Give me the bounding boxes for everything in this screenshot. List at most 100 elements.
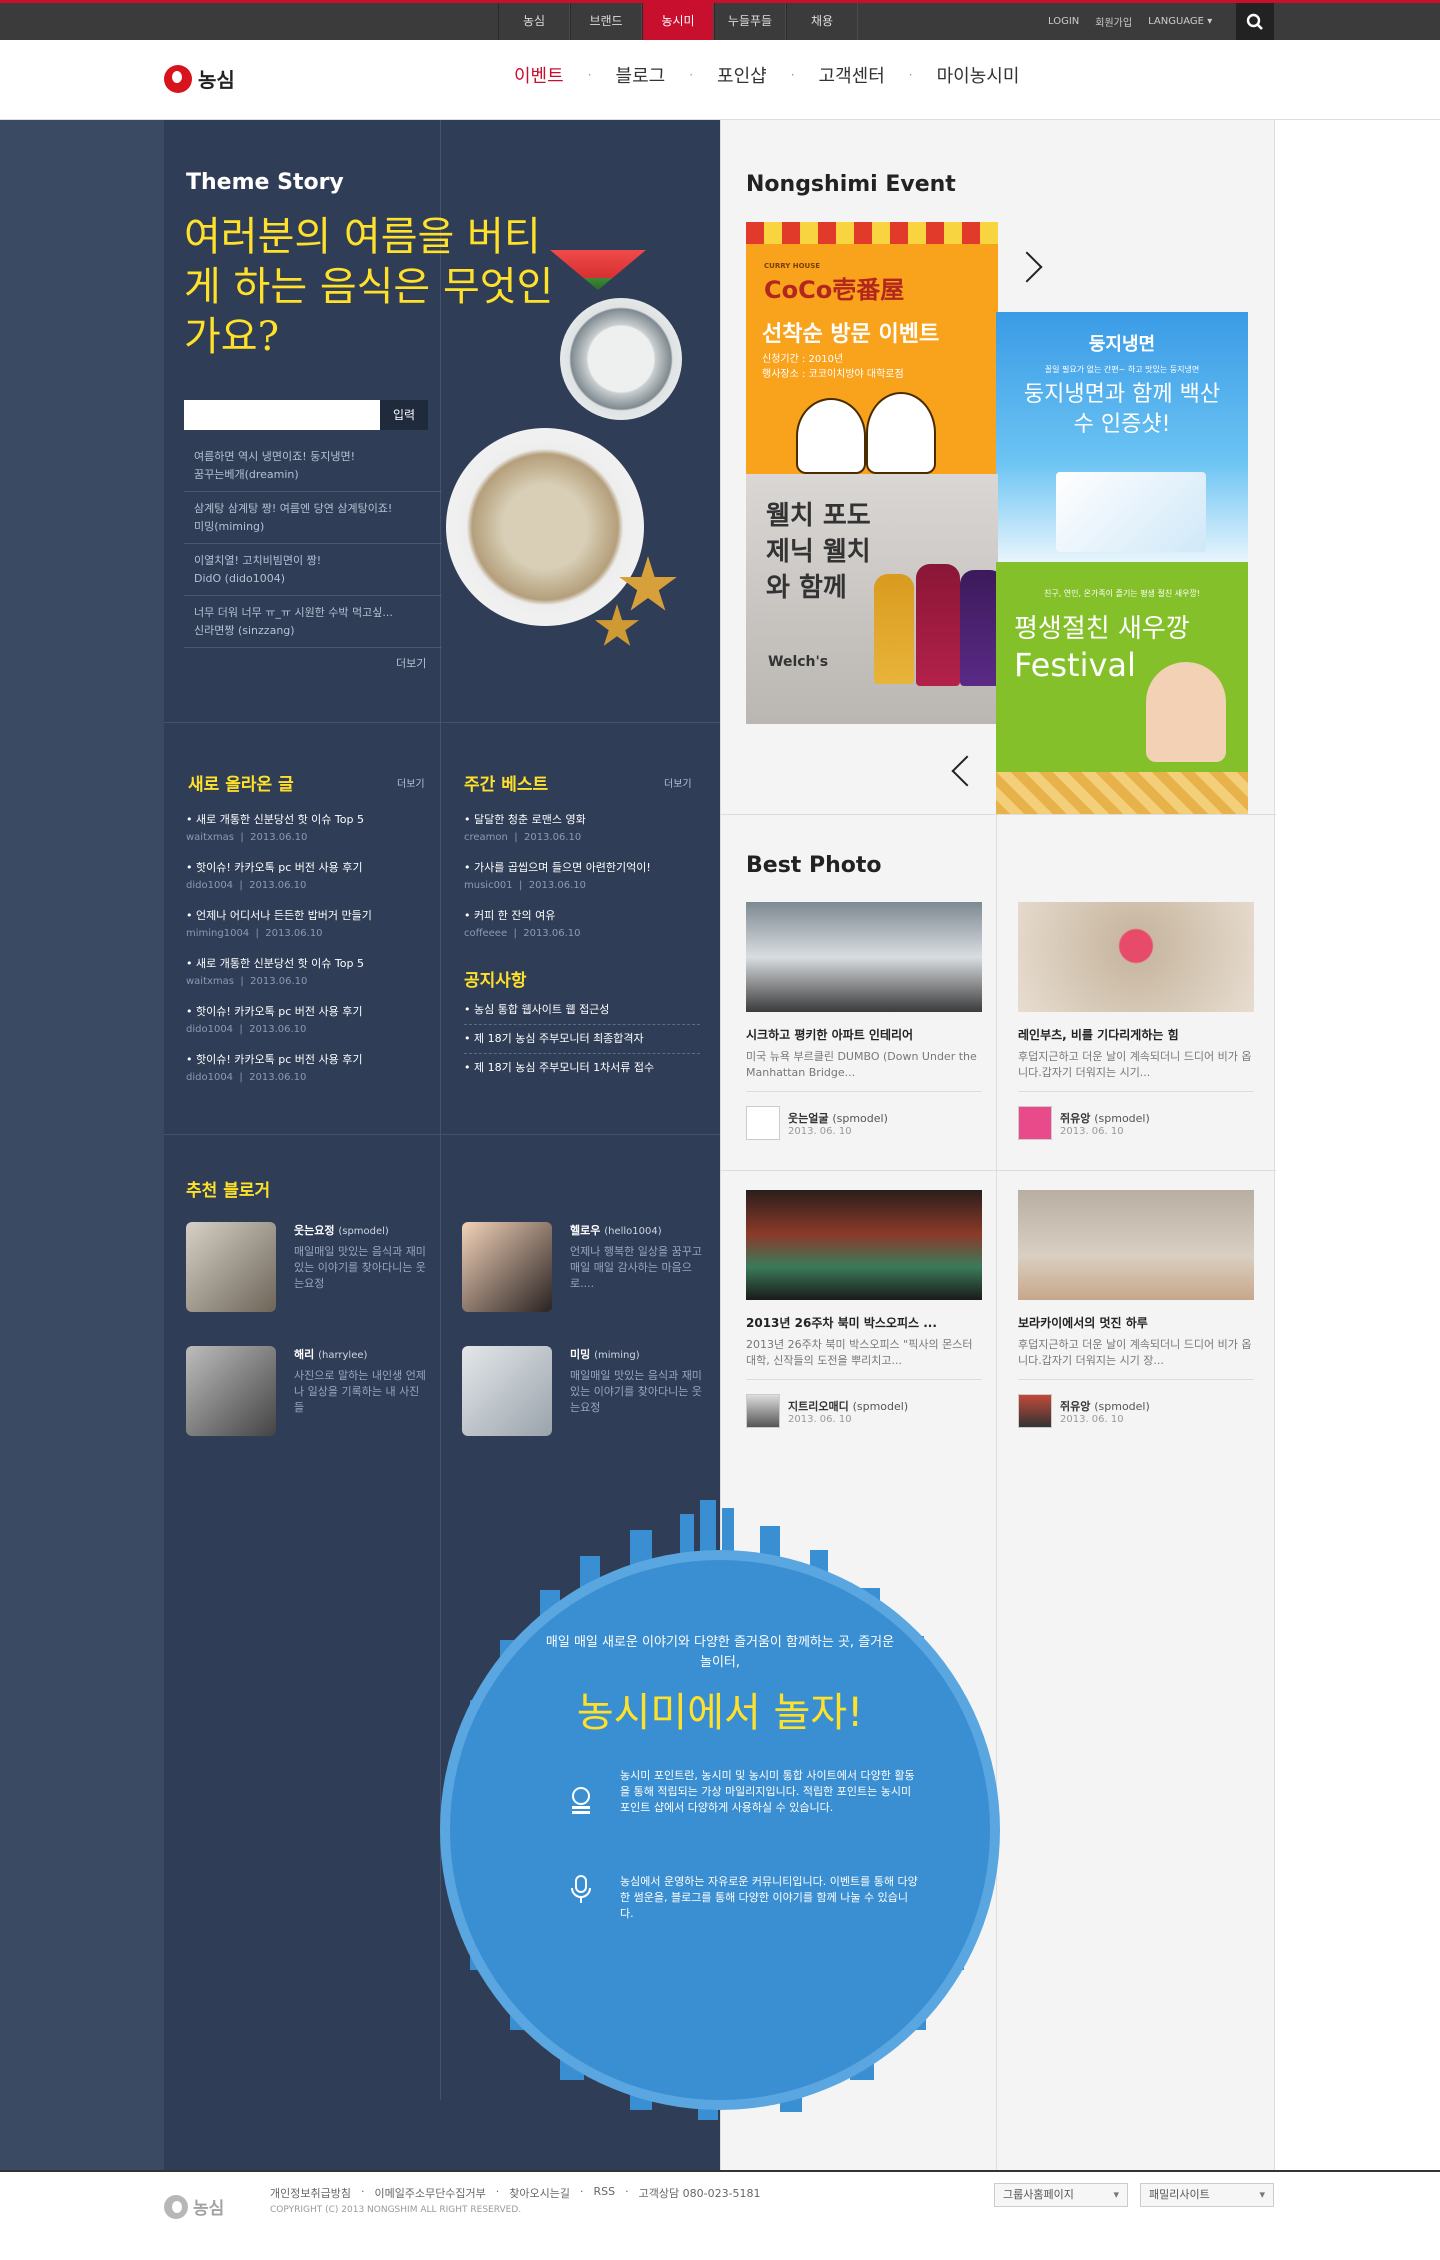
footer-link[interactable]: 찾아오시는길 — [509, 2185, 570, 2201]
post-date: 2013.06.10 — [528, 880, 587, 891]
blogger-id: (hello1004) — [604, 1226, 662, 1237]
blogger-card[interactable]: 미밍 (miming) 매일매일 맛있는 음식과 재미있는 이야기를 찾아다니는 … — [462, 1346, 704, 1436]
list-item[interactable]: • 달달한 청춘 로맨스 영화 creamon | 2013.06.10 — [464, 812, 704, 860]
point-description: 농시미 포인트란, 농시미 및 농시미 통합 사이트에서 다양한 활동을 통해 … — [620, 1769, 915, 1814]
family-site-select[interactable]: 패밀리사이트 — [1140, 2183, 1274, 2207]
link-divider: · — [625, 2185, 629, 2198]
footer-link[interactable]: 이메일주소무단수집거부 — [374, 2185, 485, 2201]
login-link[interactable]: LOGIN — [1048, 16, 1079, 27]
samgyetang-bowl-image — [446, 428, 644, 626]
event-banner-welchs[interactable]: 웰치 포도제닉 웰치와 함께 Welch's — [746, 474, 998, 724]
list-item[interactable]: • 제 18기 농심 주부모니터 최종합격자 — [464, 1031, 700, 1054]
list-item[interactable]: • 핫이슈! 카카오톡 pc 버전 사용 후기 dido1004 | 2013.0… — [186, 1004, 426, 1052]
gnb-item-event[interactable]: 이벤트 — [490, 62, 588, 88]
photo-title: 시크하고 평키한 아파트 인테리어 — [746, 1028, 914, 1042]
notice-title: 공지사항 — [464, 971, 527, 991]
post-date: 2013.06.10 — [523, 928, 581, 939]
photo-card[interactable]: 레인부츠, 비를 기다리게하는 힘 후덥지근하고 더운 날이 계속되더니 드디어… — [1018, 902, 1254, 1140]
comment-author: DidO (dido1004) — [194, 572, 285, 585]
avatar — [186, 1222, 276, 1312]
list-item[interactable]: • 커피 한 잔의 여유 coffeeee | 2013.06.10 — [464, 908, 704, 956]
list-item[interactable]: 삼계탕 삼계탕 짱! 여름엔 당연 삼계탕이죠! 미밍(miming) — [184, 492, 442, 544]
list-item[interactable]: • 핫이슈! 카카오톡 pc 버전 사용 후기 dido1004 | 2013.0… — [186, 860, 426, 908]
list-item[interactable]: • 제 18기 농심 주부모니터 1차서류 접수 — [464, 1060, 700, 1082]
post-date: 2013. 06. 10 — [788, 1413, 852, 1425]
avatar — [462, 1346, 552, 1436]
gnb-item-mypage[interactable]: 마이농시미 — [913, 62, 1044, 88]
blogger-card[interactable]: 헬로우 (hello1004) 언제나 행복한 일상을 꿈꾸고 매일 매일 감사하… — [462, 1222, 704, 1312]
section-divider — [164, 1134, 720, 1135]
gnb-item-support[interactable]: 고객센터 — [795, 62, 909, 88]
gnb-item-pointshop[interactable]: 포인샵 — [693, 62, 791, 88]
list-item[interactable]: 이열치열! 고치비빔면이 짱! DidO (dido1004) — [184, 544, 442, 596]
post-author: dido1004 — [186, 1024, 234, 1035]
join-link[interactable]: 회원가입 — [1095, 14, 1132, 29]
new-posts-more-link[interactable]: 더보기 — [397, 775, 425, 790]
photo-desc: 미국 뉴욕 부르클린 DUMBO (Down Under the Manhatt… — [746, 1050, 977, 1079]
post-author: dido1004 — [186, 1072, 234, 1083]
author-avatar — [746, 1394, 780, 1428]
comment-submit-button[interactable]: 입력 — [380, 400, 428, 430]
list-item[interactable]: • 새로 개통한 신분당선 핫 이슈 Top 5 waitxmas | 2013.… — [186, 812, 426, 860]
language-label: LANGUAGE — [1148, 16, 1205, 27]
list-item[interactable]: • 가사를 곱씹으며 들으면 아련한기억이! music001 | 2013.06… — [464, 860, 704, 908]
list-item[interactable]: 너무 더워 너무 ㅠ_ㅠ 시원한 수박 먹고싶... 신라면짱 (sinzzang… — [184, 596, 442, 648]
event-banner-coco[interactable]: CURRY HOUSE CoCo壱番屋 선착순 방문 이벤트 신청기간 : 20… — [746, 222, 998, 474]
top-nav-item-active[interactable]: 농시미 — [642, 3, 714, 40]
top-nav-item[interactable]: 농심 — [498, 3, 570, 40]
blogger-card[interactable]: 해리 (harrylee) 사진으로 말하는 내인생 언제나 일상을 기록하는 내… — [186, 1346, 428, 1436]
section-divider — [720, 1170, 1276, 1171]
comment-list: 여름하면 역시 냉면이죠! 둥지냉면! 꿈꾸는베개(dreamin) 삼계탕 삼계… — [184, 440, 442, 648]
post-date: 2013.06.10 — [249, 1072, 307, 1083]
footer-link[interactable]: 개인정보취급방침 — [270, 2185, 351, 2201]
footer-link[interactable]: RSS — [594, 2185, 616, 2201]
divider — [1018, 1379, 1254, 1380]
top-nav-item[interactable]: 누들푸들 — [714, 3, 786, 40]
weekly-best-more-link[interactable]: 더보기 — [664, 775, 692, 790]
event-banner-dungji[interactable]: 둥지냉면 꼴일 필요가 없는 간편~ 하고 맛있는 둥지냉면 둥지냉면과 함께 … — [996, 312, 1248, 562]
group-site-select[interactable]: 그룹사홈페이지 — [994, 2183, 1128, 2207]
blogger-name: 헬로우 — [570, 1224, 601, 1237]
blogger-name: 해리 — [294, 1348, 315, 1361]
post-title: 커피 한 잔의 여유 — [474, 909, 556, 922]
welchs-brand: Welch's — [768, 654, 829, 670]
blogger-card[interactable]: 웃는요정 (spmodel) 매일매일 맛있는 음식과 재미있는 이야기를 찾아다… — [186, 1222, 428, 1312]
post-date: 2013.06.10 — [523, 832, 582, 843]
photo-card[interactable]: 보라카이에서의 멋진 하루 후덥지근하고 더운 날이 계속되더니 드디어 비가 … — [1018, 1190, 1254, 1428]
top-nav-item[interactable]: 채용 — [786, 3, 858, 40]
list-item[interactable]: 여름하면 역시 냉면이죠! 둥지냉면! 꿈꾸는베개(dreamin) — [184, 440, 442, 492]
photo-card[interactable]: 시크하고 평키한 아파트 인테리어 미국 뉴욕 부르클린 DUMBO (Down… — [746, 902, 982, 1140]
post-author: coffeeee — [464, 928, 508, 939]
comment-author: 미밍(miming) — [194, 520, 265, 533]
site-logo[interactable]: 농심 — [164, 64, 235, 93]
list-item[interactable]: • 핫이슈! 카카오톡 pc 버전 사용 후기 dido1004 | 2013.0… — [186, 1052, 426, 1100]
list-item[interactable]: • 새로 개통한 신분당선 핫 이슈 Top 5 waitxmas | 2013.… — [186, 956, 426, 1004]
comment-input[interactable] — [184, 400, 380, 430]
footer-contact: 고객상담 080-023-5181 — [638, 2187, 761, 2200]
top-nav-item[interactable]: 브랜드 — [570, 3, 642, 40]
search-button[interactable] — [1236, 3, 1274, 40]
dungji-brand: 둥지냉면 — [1088, 334, 1156, 355]
post-author: dido1004 — [186, 880, 234, 891]
link-divider: · — [580, 2185, 584, 2198]
gnb-item-blog[interactable]: 블로그 — [592, 62, 690, 88]
list-item[interactable]: • 농심 통합 웹사이트 웹 접근성 — [464, 1002, 700, 1025]
language-select[interactable]: LANGUAGE ▾ — [1148, 16, 1212, 27]
coco-brand-small: CURRY HOUSE — [764, 262, 821, 270]
list-item[interactable]: • 언제나 어디서나 든든한 밥버거 만들기 miming1004 | 2013.… — [186, 908, 426, 956]
footer-links: 개인정보취급방침 · 이메일주소무단수집거부 · 찾아오시는길 · RSS · 고객상담… — [270, 2185, 761, 2201]
welchs-headline: 웰치 포도제닉 웰치와 함께 — [766, 501, 871, 603]
event-banner-saewookkang[interactable]: 친구, 연인, 온가족이 즐기는 평생 절친 새우깡! 평생절친 새우깡 Fes… — [996, 562, 1248, 814]
post-title: 새로 개통한 신분당선 핫 이슈 Top 5 — [196, 813, 364, 826]
avatar — [462, 1222, 552, 1312]
photo-desc: 2013년 26주차 북미 박스오피스 "픽사의 몬스터대학, 신작들의 도전을… — [746, 1338, 973, 1367]
blogger-desc: 사진으로 말하는 내인생 언제나 일상을 기록하는 내 사진들 — [294, 1369, 426, 1414]
blogger-id: (miming) — [594, 1350, 640, 1361]
post-author: waitxmas — [186, 832, 235, 843]
theme-more-link[interactable]: 더보기 — [396, 655, 426, 671]
notice-text: 제 18기 농심 주부모니터 최종합격자 — [474, 1032, 644, 1045]
photo-thumbnail — [746, 902, 982, 1012]
post-title: 가사를 곱씹으며 들으면 아련한기억이! — [474, 861, 651, 874]
coco-headline: 선착순 방문 이벤트 — [762, 322, 940, 347]
photo-card[interactable]: 2013년 26주차 북미 박스오피스 ... 2013년 26주차 북미 박스… — [746, 1190, 982, 1428]
